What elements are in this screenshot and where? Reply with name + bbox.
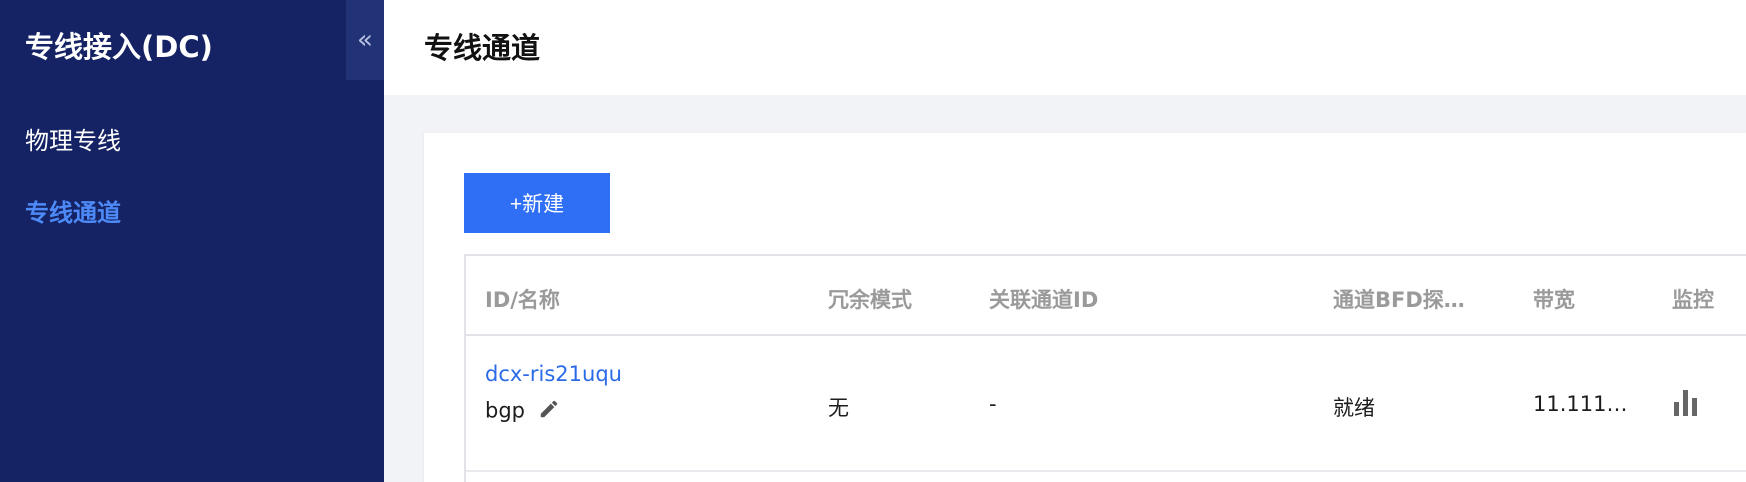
bar-chart-icon[interactable]	[1672, 388, 1702, 420]
page-header: 专线通道	[384, 0, 1746, 95]
bfd-status-cell: 就绪	[1333, 396, 1375, 420]
sidebar-item-physical-line[interactable]: 物理专线	[25, 121, 121, 156]
pencil-icon[interactable]	[538, 398, 560, 425]
collapse-sidebar-button[interactable]: «	[346, 0, 384, 80]
channel-id-link[interactable]: dcx-ris21uqu	[485, 362, 622, 386]
sidebar: 专线接入(DC) « 物理专线 专线通道	[0, 0, 384, 482]
column-header-redundancy: 冗余模式	[828, 288, 912, 312]
channel-name: bgp	[485, 398, 525, 423]
sidebar-title: 专线接入(DC)	[25, 30, 213, 64]
column-header-id-name: ID/名称	[485, 288, 560, 312]
table-row: dcx-ris21uqu bgp 无 - 就绪 11.111…	[466, 336, 1746, 472]
channel-name-cell: bgp	[485, 398, 560, 425]
column-header-related-channel-id: 关联通道ID	[989, 288, 1099, 312]
double-chevron-left-icon: «	[357, 25, 373, 55]
channel-table: ID/名称 冗余模式 关联通道ID 通道BFD探… 带宽 监控 dcx-ris2…	[464, 254, 1746, 482]
page-title: 专线通道	[424, 31, 541, 65]
related-channel-id-cell: -	[989, 392, 997, 416]
table-header: ID/名称 冗余模式 关联通道ID 通道BFD探… 带宽 监控	[466, 256, 1746, 336]
new-channel-button[interactable]: +新建	[464, 173, 610, 233]
column-header-bandwidth: 带宽	[1533, 288, 1575, 312]
bandwidth-cell: 11.111…	[1533, 392, 1628, 416]
content-card: +新建 ID/名称 冗余模式 关联通道ID 通道BFD探… 带宽 监控 dcx-…	[424, 133, 1746, 482]
column-header-monitor: 监控	[1672, 288, 1714, 312]
redundancy-cell: 无	[828, 396, 849, 420]
sidebar-item-dedicated-channel[interactable]: 专线通道	[25, 193, 121, 228]
column-header-bfd: 通道BFD探…	[1333, 288, 1465, 312]
